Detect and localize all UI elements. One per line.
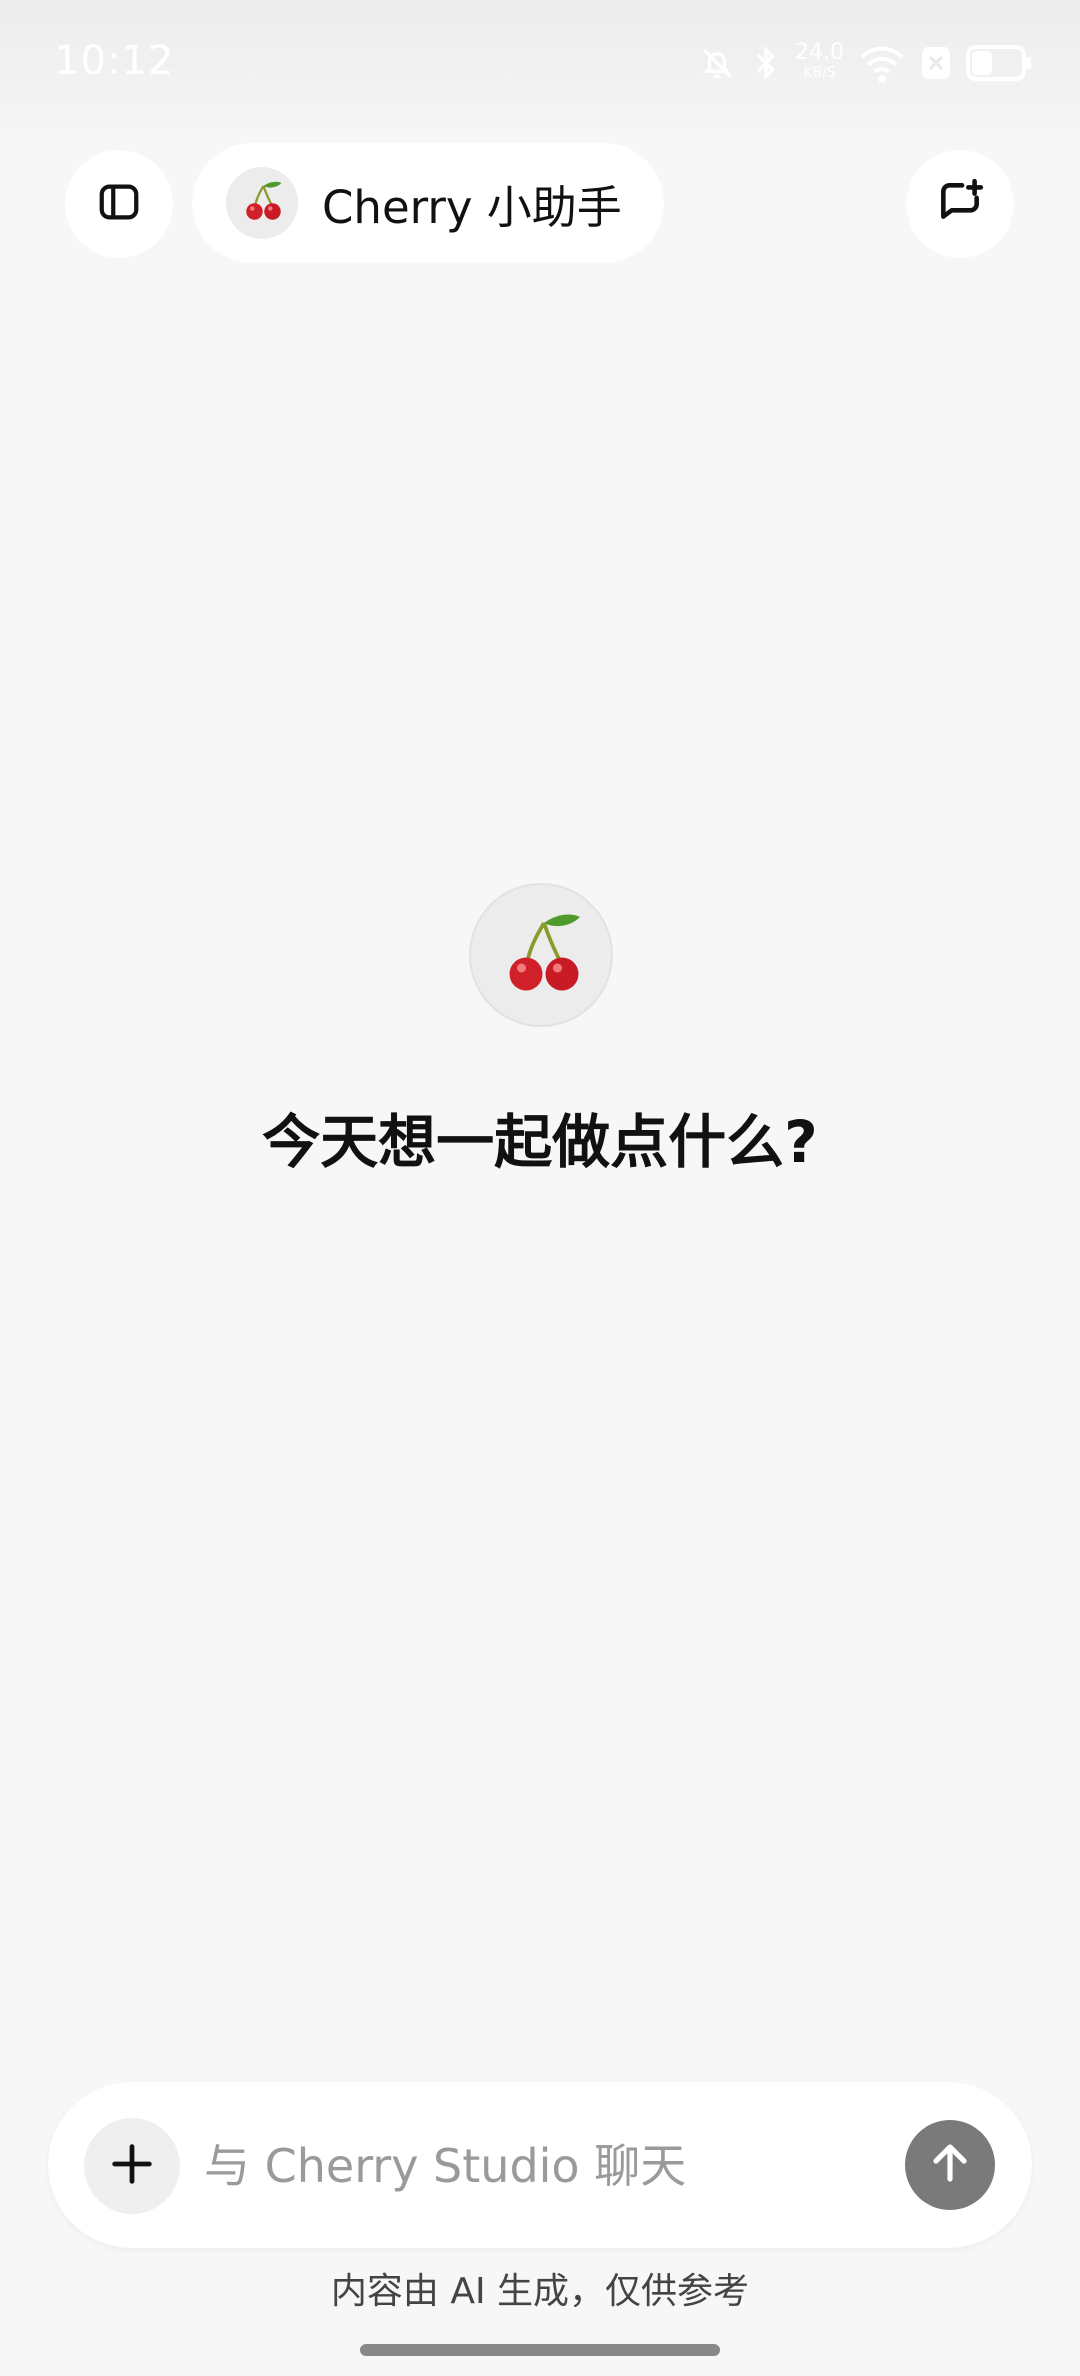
status-icons: 24.0 KB/S: [697, 38, 1032, 88]
sim-icon: [920, 43, 952, 83]
chat-screen: 10:12 24.0 KB/S Cherry 小助手 今天想一起做点什么? 与 …: [0, 0, 1080, 2376]
wifi-icon: [858, 43, 906, 83]
ai-disclaimer: 内容由 AI 生成，仅供参考: [330, 2271, 750, 2312]
bluetooth-icon: [751, 43, 781, 83]
new-chat-button[interactable]: [906, 150, 1014, 258]
cherry-icon: [238, 177, 286, 229]
arrow-up-icon: [926, 2139, 974, 2191]
chat-input[interactable]: [204, 2124, 904, 2208]
assistant-large-avatar: [469, 883, 613, 1027]
battery-icon: [966, 43, 1032, 83]
send-button[interactable]: [905, 2120, 995, 2210]
cherry-icon: [493, 905, 589, 1005]
plus-icon: [106, 2138, 158, 2194]
mute-bell-icon: [697, 43, 737, 83]
greeting-text: 今天想一起做点什么?: [262, 1108, 818, 1176]
sidebar-toggle-icon: [96, 179, 142, 229]
sidebar-toggle-button[interactable]: [65, 150, 173, 258]
chat-input-bar: [48, 2082, 1032, 2248]
assistant-avatar: [226, 167, 298, 239]
add-attachment-button[interactable]: [84, 2118, 180, 2214]
new-chat-icon: [935, 177, 985, 231]
assistant-selector[interactable]: Cherry 小助手: [192, 143, 664, 263]
home-indicator[interactable]: [360, 2344, 720, 2356]
assistant-name: Cherry 小助手: [322, 180, 622, 234]
status-bar: 10:12 24.0 KB/S: [0, 0, 1080, 128]
status-time: 10:12: [54, 38, 175, 84]
network-speed: 24.0 KB/S: [795, 40, 844, 82]
